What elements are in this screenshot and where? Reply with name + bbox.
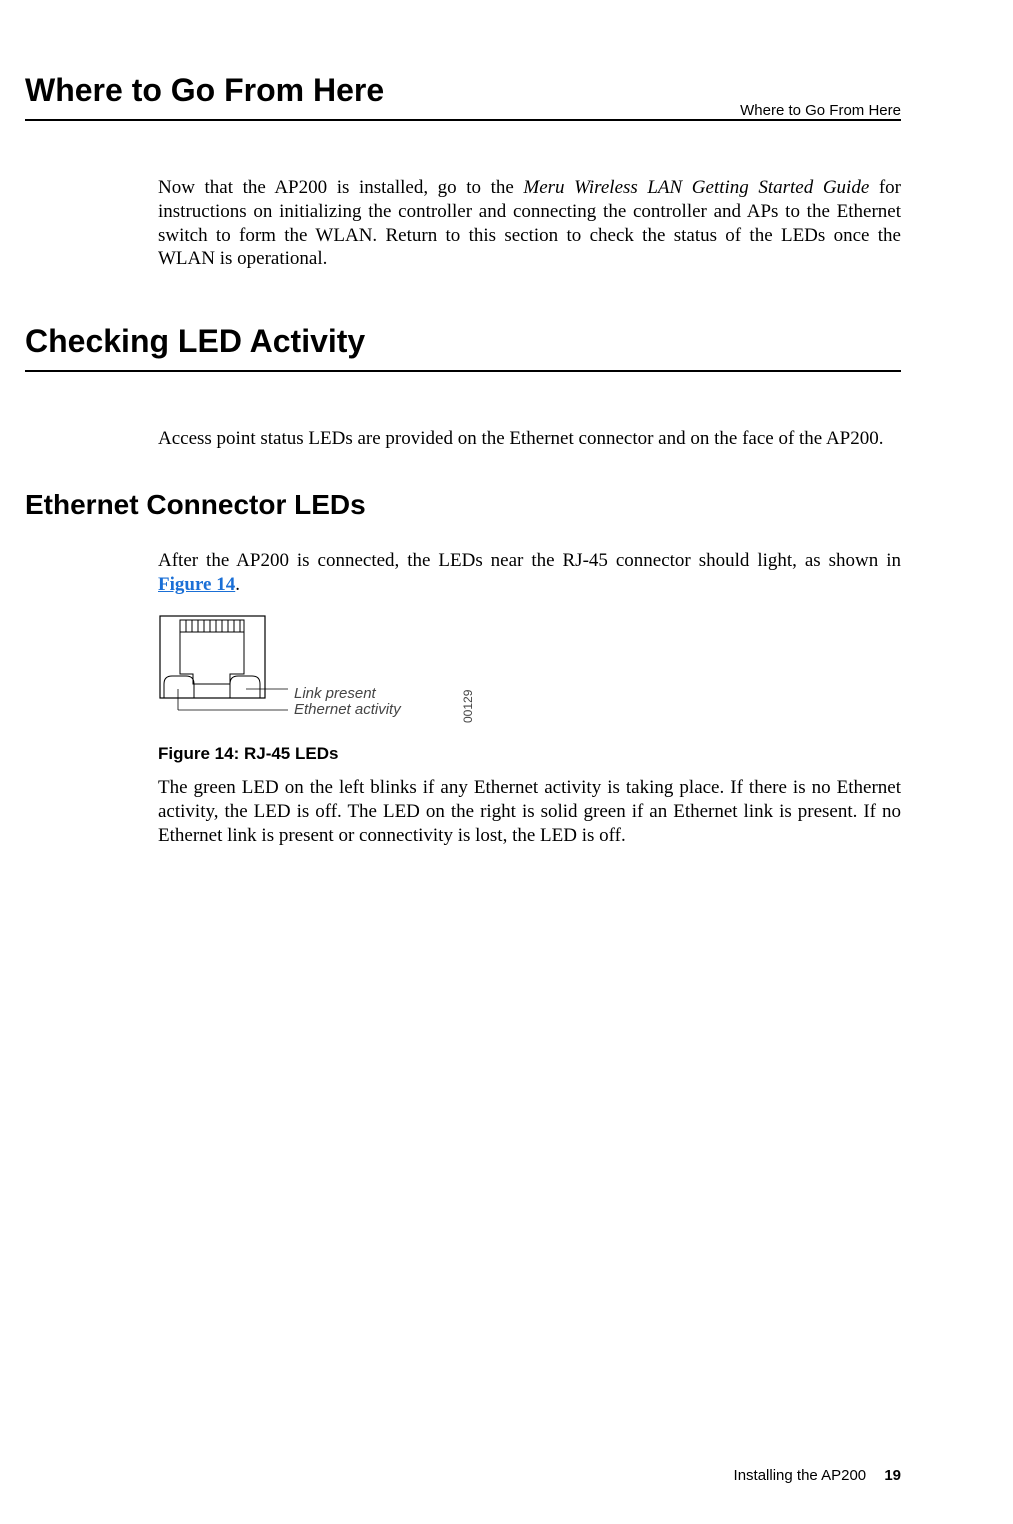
reference-title: Meru Wireless LAN Getting Started Guide — [523, 177, 869, 198]
section-rule — [25, 119, 901, 121]
subsection-para1: After the AP200 is connected, the LEDs n… — [158, 549, 901, 597]
rj45-connector-icon — [158, 614, 288, 722]
footer-doc-title: Installing the AP200 — [734, 1467, 867, 1484]
section-heading-led: Checking LED Activity — [25, 323, 1013, 360]
section1-paragraph: Now that the AP200 is installed, go to t… — [158, 176, 901, 271]
subsection-para2: The green LED on the left blinks if any … — [158, 776, 901, 847]
figure-rj45: Link present Ethernet activity 00129 — [158, 614, 1013, 722]
text-fragment: . — [235, 574, 240, 595]
figure-caption: Figure 14: RJ-45 LEDs — [158, 744, 1013, 764]
figure-code: 00129 — [461, 690, 475, 723]
page-footer: Installing the AP200 19 — [734, 1467, 901, 1484]
figure-label-link-present: Link present — [294, 686, 401, 703]
running-head: Where to Go From Here — [740, 102, 901, 119]
subsection-heading-ethernet: Ethernet Connector LEDs — [25, 489, 1013, 521]
text-fragment: After the AP200 is connected, the LEDs n… — [158, 550, 901, 571]
figure-reference-link[interactable]: Figure 14 — [158, 574, 235, 595]
figure-label-ethernet-activity: Ethernet activity — [294, 702, 401, 719]
footer-page-number: 19 — [884, 1467, 901, 1484]
section-rule — [25, 370, 901, 372]
text-fragment: Now that the AP200 is installed, go to t… — [158, 177, 523, 198]
section2-paragraph: Access point status LEDs are provided on… — [158, 427, 901, 451]
